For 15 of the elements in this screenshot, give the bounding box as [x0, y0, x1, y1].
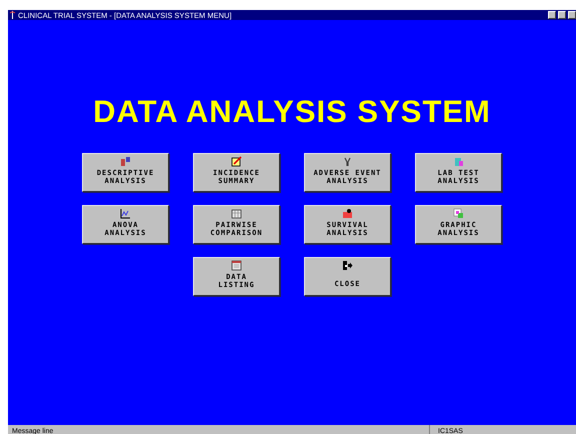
chart-icon: [120, 156, 131, 167]
close-button[interactable]: [568, 11, 576, 19]
pencil-icon: [231, 156, 242, 167]
minimize-button[interactable]: [548, 11, 556, 19]
maximize-button[interactable]: [558, 11, 566, 19]
exit-icon: [342, 260, 353, 271]
figure-icon: [342, 156, 353, 167]
graph-icon: [120, 208, 131, 219]
person-icon: [342, 208, 353, 219]
table-icon: [231, 208, 242, 219]
heading: DATA ANALYSIS SYSTEM: [93, 94, 491, 130]
caduceus-icon: [9, 11, 16, 19]
flask-icon: [453, 156, 464, 167]
picture-icon: [453, 208, 464, 219]
calendar-icon: [231, 260, 242, 271]
